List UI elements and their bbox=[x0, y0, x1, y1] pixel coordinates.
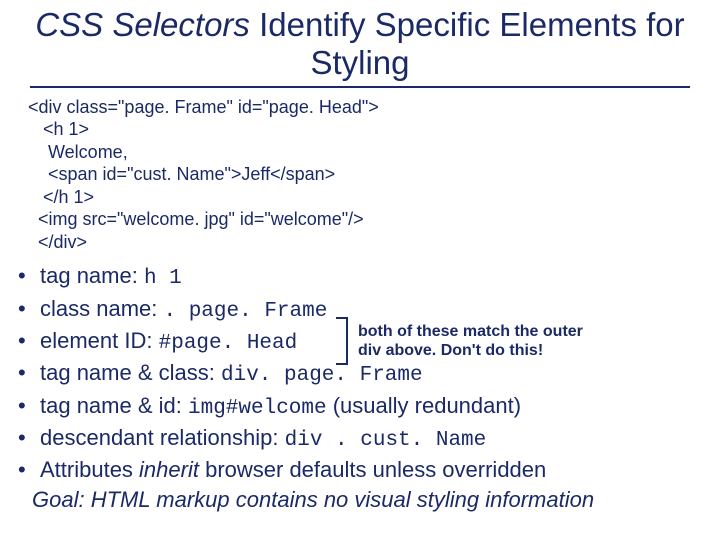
bullet-tag-and-class: tag name & class: div. page. Frame bbox=[10, 358, 710, 390]
bullet-descendant: descendant relationship: div . cust. Nam… bbox=[10, 423, 710, 455]
code-l1: <div class="page. Frame" id="page. Head"… bbox=[28, 97, 379, 117]
bullet-list: tag name: h 1 class name: . page. Frame … bbox=[10, 261, 710, 485]
b5-suffix: (usually redundant) bbox=[327, 393, 521, 418]
bullet-tag-and-id: tag name & id: img#welcome (usually redu… bbox=[10, 391, 710, 423]
bullet-inherit: Attributes inherit browser defaults unle… bbox=[10, 455, 710, 485]
b7-prefix: Attributes bbox=[40, 457, 139, 482]
b5-label: tag name & id: bbox=[40, 393, 188, 418]
title-rule bbox=[30, 86, 690, 88]
b1-label: tag name: bbox=[40, 263, 144, 288]
b6-label: descendant relationship: bbox=[40, 425, 285, 450]
goal-line: Goal: HTML markup contains no visual sty… bbox=[32, 487, 710, 513]
annotation-l2: div above. Don't do this! bbox=[358, 342, 543, 359]
code-l4: <span id="cust. Name">Jeff</span> bbox=[28, 164, 335, 184]
b4-label: tag name & class: bbox=[40, 360, 221, 385]
annotation-text: both of these match the outer div above.… bbox=[358, 322, 618, 360]
slide-title: CSS Selectors Identify Specific Elements… bbox=[0, 0, 720, 86]
code-l2: <h 1> bbox=[28, 119, 89, 139]
code-l5: </h 1> bbox=[28, 187, 94, 207]
title-rest: Identify Specific Elements for Styling bbox=[250, 6, 685, 81]
code-l7: </div> bbox=[28, 232, 87, 252]
b2-label: class name: bbox=[40, 296, 164, 321]
b6-code: div . cust. Name bbox=[285, 429, 487, 452]
b7-em: inherit bbox=[139, 457, 199, 482]
code-l6: <img src="welcome. jpg" id="welcome"/> bbox=[28, 209, 364, 229]
b3-label: element ID: bbox=[40, 328, 159, 353]
b5-code: img#welcome bbox=[188, 397, 327, 420]
bullet-tag-name: tag name: h 1 bbox=[10, 261, 710, 293]
b3-code: #page. Head bbox=[159, 332, 298, 355]
code-block: <div class="page. Frame" id="page. Head"… bbox=[28, 96, 692, 254]
b1-code: h 1 bbox=[144, 267, 182, 290]
annotation-l1: both of these match the outer bbox=[358, 323, 583, 340]
bracket-icon bbox=[336, 317, 348, 365]
b4-code: div. page. Frame bbox=[221, 364, 423, 387]
b7-suffix: browser defaults unless overridden bbox=[199, 457, 546, 482]
code-l3: Welcome, bbox=[28, 142, 128, 162]
title-italic: CSS Selectors bbox=[35, 6, 250, 43]
b2-code: . page. Frame bbox=[164, 300, 328, 323]
